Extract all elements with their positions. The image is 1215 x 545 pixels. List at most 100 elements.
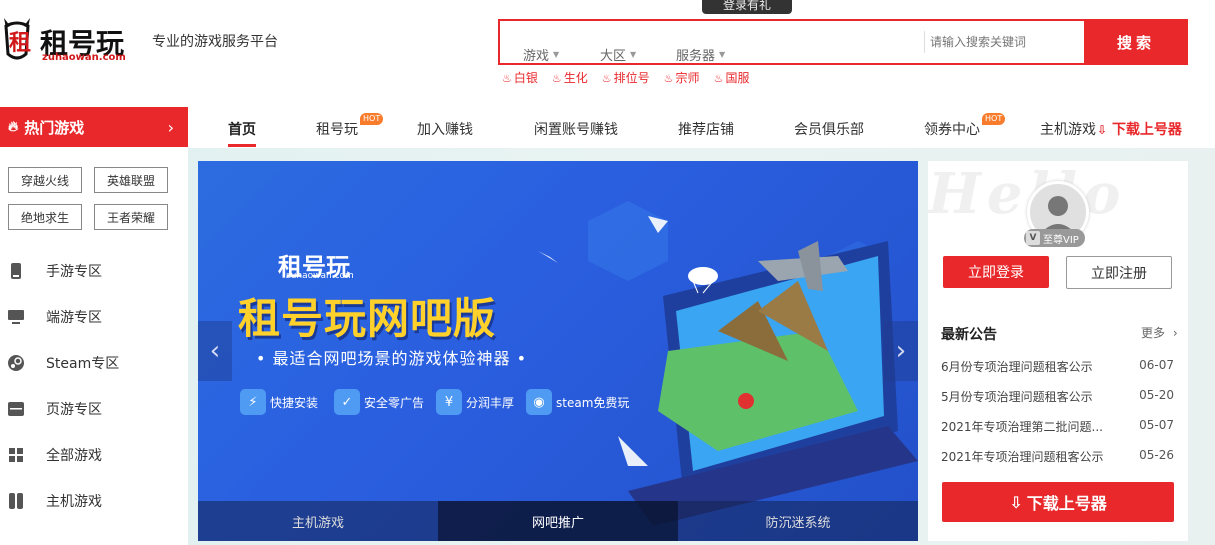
hot-search-words: ♨ 白银 ♨ 生化 ♨ 排位号 ♨ 宗师 ♨ 国服: [502, 69, 749, 86]
money-bag-icon: ¥: [436, 389, 462, 415]
nav-label: 加入赚钱: [417, 122, 473, 138]
feature-no-ads: ✓ 安全零广告: [334, 389, 424, 415]
nav-recommended-shops[interactable]: 推荐店铺: [678, 119, 734, 139]
nav-coupon-center[interactable]: 领券中心 HOT: [924, 113, 1006, 139]
hot-word-link[interactable]: ♨ 宗师: [664, 69, 700, 86]
banner-logo-sub: zuhaowan.com: [286, 271, 354, 281]
notice-more-label: 更多: [1141, 326, 1166, 340]
vip-v-icon: V: [1026, 231, 1040, 245]
banner-prev-button[interactable]: ‹: [198, 321, 232, 381]
nav-home[interactable]: 首页: [228, 119, 256, 147]
feature-label: steam免费玩: [556, 395, 630, 410]
hot-word-label: 白银: [513, 71, 538, 85]
tag-cf[interactable]: 穿越火线: [8, 167, 82, 193]
nav-member-club[interactable]: 会员俱乐部: [794, 119, 864, 139]
search-button[interactable]: 搜索: [1084, 19, 1188, 65]
flame-icon: ♨: [713, 72, 724, 85]
notice-item-date: 06-07: [1139, 358, 1174, 372]
steam-icon: [8, 355, 24, 371]
notice-item-title: 2021年专项治理第二批问题...: [941, 420, 1103, 434]
site-logo[interactable]: 租 租号玩 zuhaowan.com: [0, 12, 140, 68]
banner-title: 租号玩网吧版: [238, 294, 497, 343]
search-input[interactable]: [930, 29, 1080, 55]
game-select-label: 游戏: [523, 48, 550, 64]
fire-icon: 🔥︎: [8, 119, 19, 135]
banner-tab-anti-addiction[interactable]: 防沉迷系统: [678, 501, 918, 541]
tag-pubg[interactable]: 绝地求生: [8, 204, 82, 230]
notice-item-title: 6月份专项治理问题租客公示: [941, 360, 1093, 374]
chevron-right-icon: ›: [1172, 326, 1178, 340]
sidebar-item-label: 页游专区: [46, 402, 102, 418]
tag-honor-of-kings[interactable]: 王者荣耀: [94, 204, 168, 230]
hot-word-link[interactable]: ♨ 排位号: [602, 69, 650, 86]
sidebar-item-all[interactable]: 全部游戏: [8, 443, 102, 467]
hot-word-label: 宗师: [675, 71, 700, 85]
download-client-button[interactable]: ⇩ 下载上号器: [942, 482, 1174, 522]
nav-label: 租号玩: [316, 122, 358, 138]
console-icon: [8, 493, 24, 509]
notice-title: 最新公告: [941, 327, 997, 343]
download-client-label: 下载上号器: [1026, 494, 1107, 513]
vip-label: 至尊VIP: [1043, 234, 1079, 246]
banner-tab-console[interactable]: 主机游戏: [198, 501, 438, 541]
sidebar-item-label: 主机游戏: [46, 494, 102, 510]
notice-item[interactable]: 2021年专项治理问题租客公示 05-26: [941, 448, 1174, 465]
hot-badge: HOT: [982, 113, 1006, 125]
notice-item[interactable]: 5月份专项治理问题租客公示 05-20: [941, 388, 1174, 405]
user-panel: Hello V 至尊VIP 立即登录 立即注册 最新公告 更多 › 6月份专项治…: [928, 161, 1188, 541]
nav-label: 闲置账号赚钱: [534, 122, 618, 138]
register-button[interactable]: 立即注册: [1066, 256, 1172, 289]
promo-banner[interactable]: 租号玩 zuhaowan.com 租号玩网吧版 • 最适合网吧场景的游戏体验神器…: [198, 161, 918, 541]
notice-item-date: 05-26: [1139, 448, 1174, 462]
phone-icon: [8, 263, 24, 279]
hot-word-link[interactable]: ♨ 白银: [502, 69, 538, 86]
grid-icon: [8, 447, 24, 463]
search-divider: [924, 31, 925, 53]
nav-join-earn[interactable]: 加入赚钱: [417, 119, 473, 139]
server-select-label: 服务器: [676, 48, 716, 64]
nav-label: 推荐店铺: [678, 122, 734, 138]
chevron-left-icon: ‹: [209, 336, 221, 366]
notice-item[interactable]: 2021年专项治理第二批问题... 05-07: [941, 418, 1174, 435]
caret-down-icon: ▼: [630, 49, 637, 59]
hot-word-label: 国服: [725, 71, 750, 85]
site-slogan: 专业的游戏服务平台: [152, 34, 278, 50]
hot-word-link[interactable]: ♨ 国服: [714, 69, 750, 86]
hot-games-label: 热门游戏: [24, 118, 85, 137]
chevron-right-icon: ›: [895, 336, 907, 366]
sidebar-item-web[interactable]: 页游专区: [8, 397, 102, 421]
feature-quick-install: ⚡︎ 快捷安装: [240, 389, 318, 415]
svg-text:租: 租: [9, 30, 31, 56]
vip-badge: V 至尊VIP: [1024, 229, 1085, 247]
notice-item-date: 05-20: [1139, 388, 1174, 402]
caret-down-icon: ▼: [553, 49, 560, 59]
flame-icon: ♨: [601, 72, 612, 85]
feature-profit: ¥ 分润丰厚: [436, 389, 514, 415]
nav-label: 会员俱乐部: [794, 122, 864, 138]
login-button[interactable]: 立即登录: [943, 256, 1049, 288]
sidebar-item-pc[interactable]: 端游专区: [8, 305, 102, 329]
nav-console-games[interactable]: 主机游戏: [1040, 119, 1096, 139]
chevron-right-icon: ›: [167, 117, 174, 137]
sidebar-item-label: Steam专区: [46, 356, 120, 372]
flame-icon: ♨: [502, 72, 512, 85]
feature-label: 安全零广告: [364, 395, 425, 410]
sidebar-item-steam[interactable]: Steam专区: [8, 351, 119, 375]
hot-games-category[interactable]: 🔥︎ 热门游戏 ›: [0, 107, 188, 147]
nav-idle-account-earn[interactable]: 闲置账号赚钱: [534, 119, 618, 139]
sidebar-item-mobile[interactable]: 手游专区: [8, 259, 102, 283]
hot-word-label: 生化: [563, 71, 588, 85]
sidebar-item-console[interactable]: 主机游戏: [8, 489, 102, 513]
hot-word-link[interactable]: ♨ 生化: [552, 69, 588, 86]
logo-subtext: zuhaowan.com: [42, 52, 126, 63]
nav-zuhaowan[interactable]: 租号玩 HOT: [316, 113, 384, 139]
download-arrow-icon: ⇩: [1097, 123, 1108, 137]
login-gift-tooltip: 登录有礼: [702, 0, 792, 14]
download-arrow-icon: ⇩: [1009, 492, 1023, 512]
banner-next-button[interactable]: ›: [884, 321, 918, 381]
notice-more-link[interactable]: 更多 ›: [1141, 324, 1178, 341]
tag-lol[interactable]: 英雄联盟: [94, 167, 168, 193]
banner-tab-netcafe[interactable]: 网吧推广: [438, 501, 678, 541]
nav-download-client[interactable]: ⇩ 下载上号器: [1097, 119, 1182, 139]
notice-item[interactable]: 6月份专项治理问题租客公示 06-07: [941, 358, 1174, 375]
